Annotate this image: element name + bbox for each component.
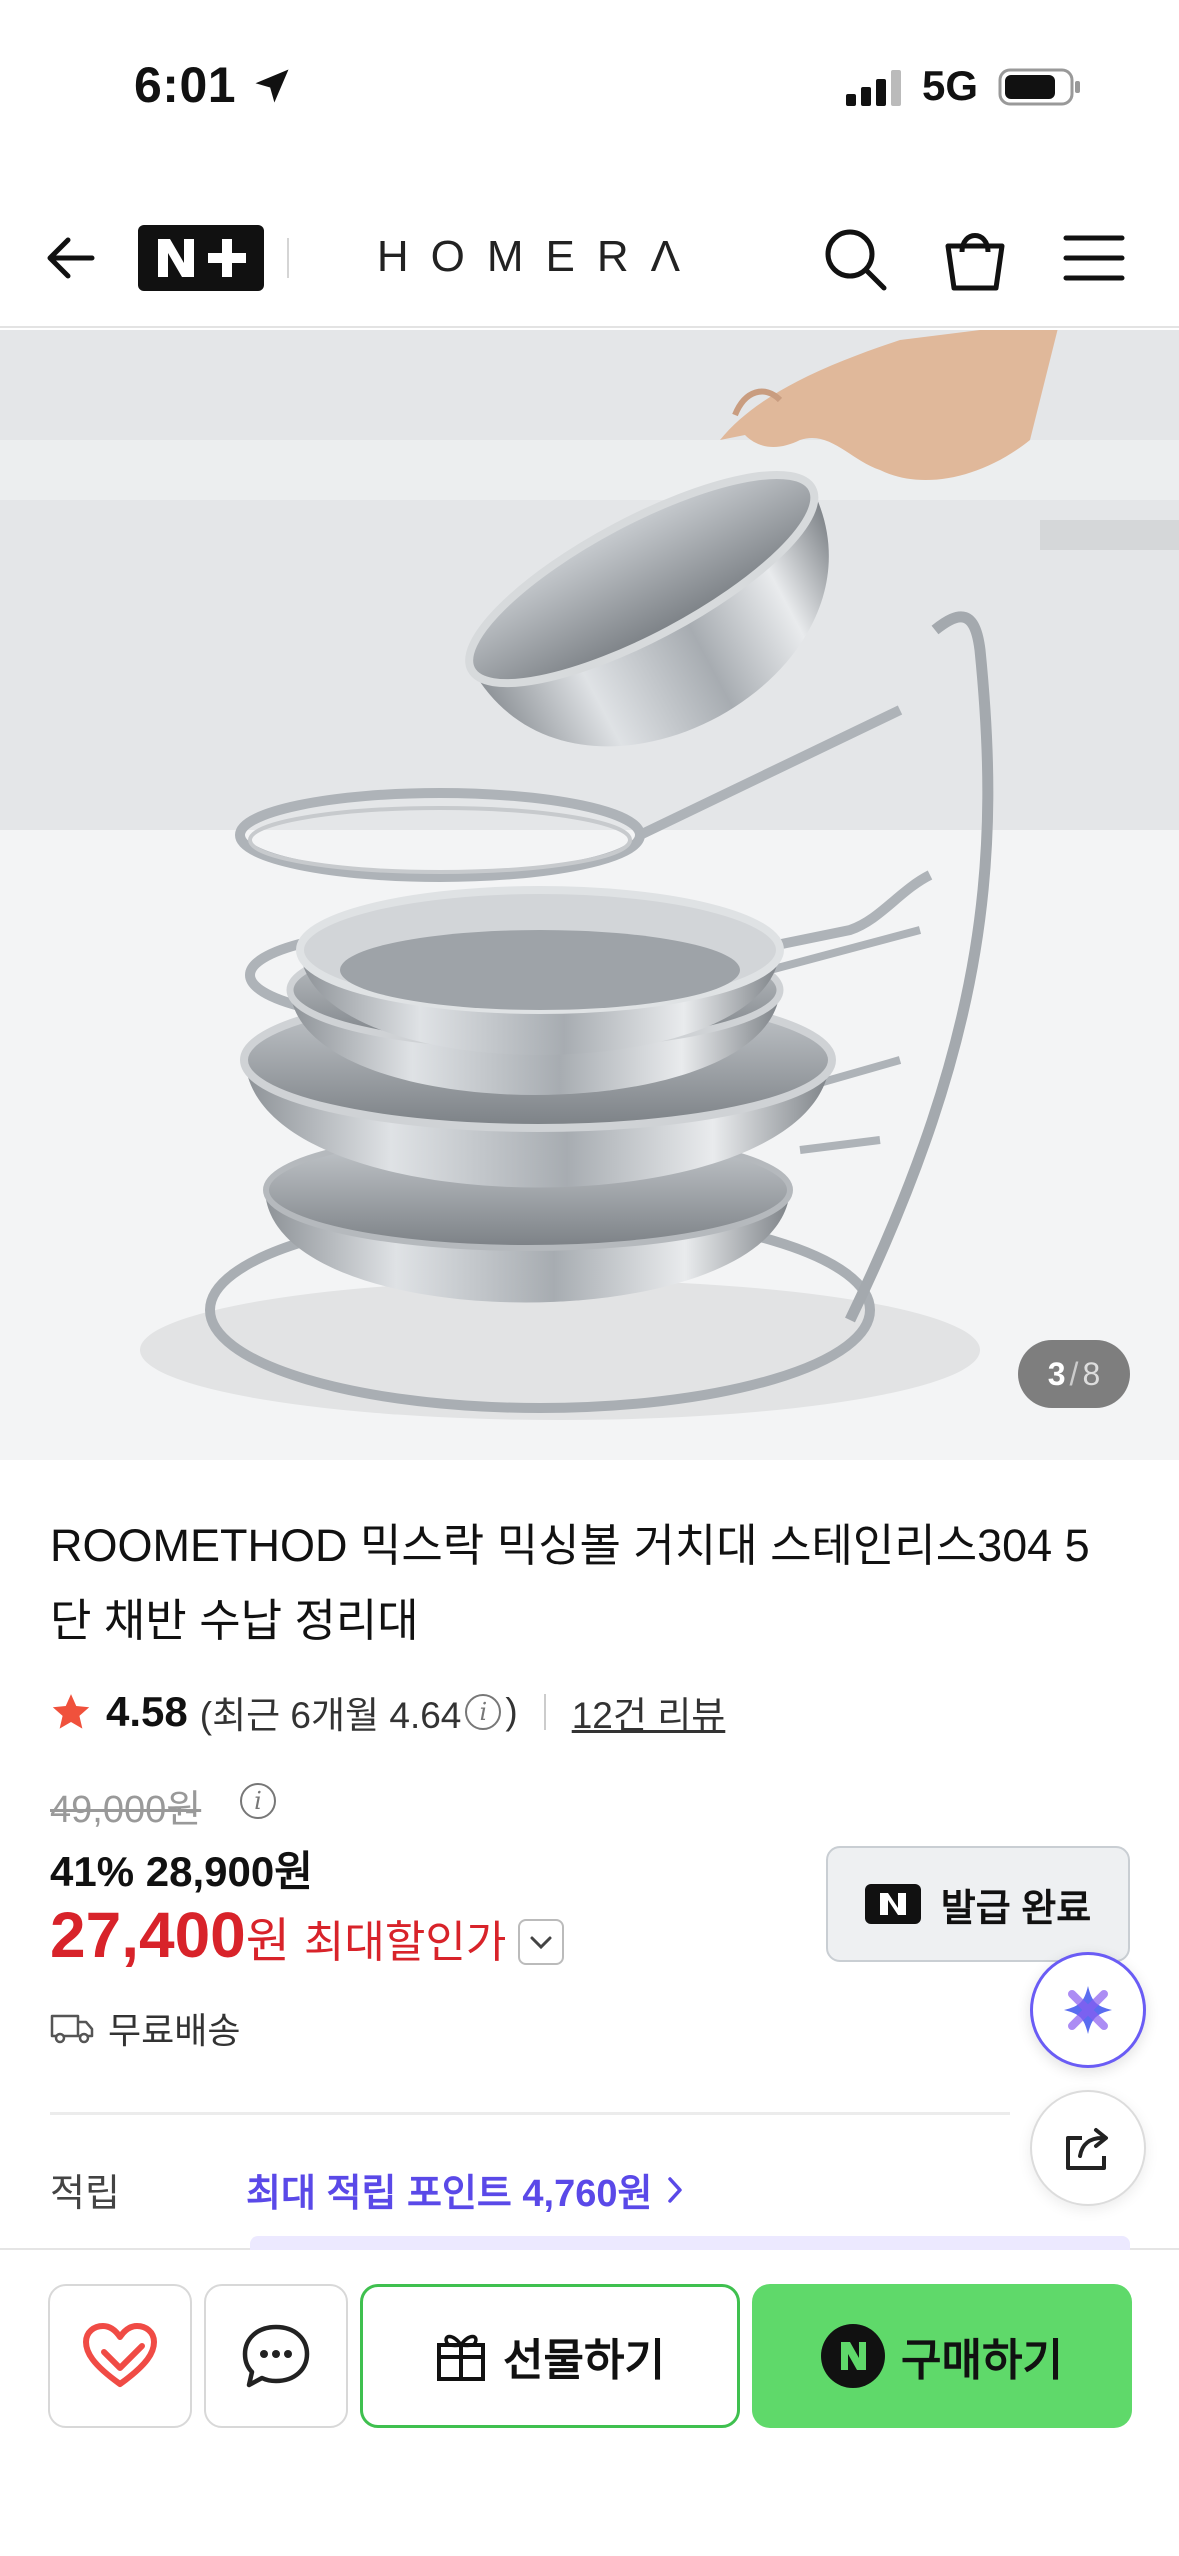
top-nav-bar: HOMERΛ: [0, 190, 1179, 328]
rating-row: 4.58 (최근 6개월 4.64 i ) 12건 리뷰: [50, 1682, 725, 1742]
shipping-info: 무료배송: [50, 2002, 240, 2054]
battery-icon: [998, 68, 1080, 106]
naver-pay-n-icon: [821, 2324, 886, 2388]
rating-divider: [543, 1694, 546, 1730]
sale-price-row: 41% 28,900원: [50, 1838, 313, 1899]
gift-label: 선물하기: [503, 2336, 665, 2385]
sale-price: 28,900원: [145, 1848, 313, 1895]
product-image-gallery[interactable]: 3/8: [0, 330, 1179, 1460]
review-count-link[interactable]: 12건 리뷰: [572, 1685, 726, 1739]
hamburger-menu-icon[interactable]: [1062, 228, 1126, 288]
max-discount-label: 최대할인가: [303, 1918, 507, 1967]
gallery-total: 8: [1082, 1356, 1101, 1392]
ai-assistant-button[interactable]: [1030, 1952, 1146, 2068]
final-price: 27,400: [50, 1899, 246, 1971]
buy-button[interactable]: 구매하기: [752, 2284, 1132, 2428]
status-bar: 6:01 5G: [0, 0, 1179, 170]
share-icon: [1066, 2128, 1108, 2170]
chat-button[interactable]: [204, 2284, 348, 2428]
points-tooltip-edge: [250, 2236, 1130, 2250]
share-button[interactable]: [1030, 2090, 1146, 2206]
coupon-issued-button[interactable]: 발급 완료: [826, 1846, 1130, 1962]
points-label: 적립: [50, 2173, 120, 2215]
star-icon: [52, 1694, 90, 1729]
max-discount-price-row[interactable]: 27,400 원 최대할인가: [50, 1898, 565, 1972]
mixing-bowl-stand-photo: [0, 330, 1179, 1460]
store-brand[interactable]: HOMERΛ: [0, 232, 1079, 282]
points-row[interactable]: 적립 최대 적립 포인트 4,760원: [50, 2162, 688, 2217]
location-arrow-icon: [255, 69, 289, 103]
buy-label: 구매하기: [901, 2336, 1063, 2385]
recent-rating-text: (최근 6개월 4.64: [199, 1695, 462, 1736]
points-value: 최대 적립 포인트 4,760원: [246, 2173, 653, 2215]
product-title: ROOMETHOD 믹스락 믹싱볼 거치대 스테인리스304 5단 채반 수납 …: [50, 1520, 1090, 1646]
chevron-down-icon[interactable]: [518, 1919, 565, 1965]
price-info-icon[interactable]: i: [240, 1783, 276, 1819]
gallery-current: 3: [1047, 1356, 1066, 1392]
truck-icon: [50, 2014, 94, 2044]
heart-icon: [83, 2323, 157, 2387]
final-price-unit: 원: [245, 1915, 290, 1968]
recent-rating: (최근 6개월 4.64 i ): [200, 1685, 518, 1739]
search-icon[interactable]: [820, 224, 890, 294]
network-type: 5G: [922, 62, 979, 109]
gallery-counter: 3/8: [1018, 1340, 1130, 1408]
chat-bubble-icon: [242, 2324, 310, 2388]
naver-n-icon: [864, 1884, 921, 1924]
original-price: 49,000원: [50, 1789, 202, 1831]
discount-rate: 41%: [50, 1848, 135, 1895]
gallery-separator: /: [1069, 1356, 1079, 1392]
sparkle-icon: [1064, 1986, 1112, 2034]
gift-button[interactable]: 선물하기: [360, 2284, 740, 2428]
chevron-right-icon: [668, 2176, 683, 2203]
info-icon[interactable]: i: [465, 1694, 502, 1730]
shopping-bag-icon[interactable]: [940, 222, 1010, 294]
rating-score: 4.58: [106, 1688, 188, 1735]
recent-rating-close: ): [505, 1691, 518, 1732]
shipping-label: 무료배송: [108, 2010, 241, 2051]
section-divider: [50, 2112, 1010, 2115]
bottom-action-bar: 선물하기 구매하기: [0, 2236, 1179, 2556]
status-time: 6:01: [134, 57, 237, 113]
coupon-label: 발급 완료: [940, 1887, 1092, 1930]
cellular-signal-icon: [846, 70, 901, 106]
gift-icon: [437, 2334, 486, 2381]
wishlist-button[interactable]: [48, 2284, 192, 2428]
